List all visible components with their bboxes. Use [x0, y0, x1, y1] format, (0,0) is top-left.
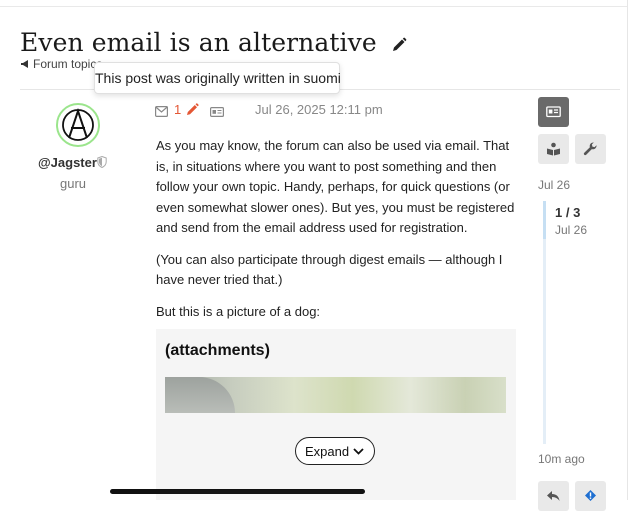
- attachments-block: (attachments): [156, 329, 516, 500]
- avatar[interactable]: [56, 103, 100, 147]
- shield-icon: [97, 155, 107, 173]
- post-date[interactable]: Jul 26, 2025 12:11 pm: [255, 102, 383, 117]
- topic-title-text: Even email is an alternative: [20, 28, 377, 57]
- home-indicator: [110, 489, 365, 494]
- category-badge[interactable]: Forum topics: [20, 57, 102, 72]
- wrench-icon: [583, 142, 597, 156]
- post-paragraph: As you may know, the forum can also be u…: [156, 138, 515, 235]
- id-card-icon: [546, 106, 561, 118]
- username[interactable]: @Jagster: [38, 155, 97, 170]
- expand-button[interactable]: Expand: [295, 437, 375, 465]
- timeline-position-date: Jul 26: [555, 223, 588, 237]
- post-body: As you may know, the forum can also be u…: [156, 136, 516, 333]
- timeline-last-activity[interactable]: 10m ago: [538, 452, 585, 466]
- user-title: guru: [60, 176, 87, 191]
- envelope-icon[interactable]: [155, 104, 169, 122]
- translation-tooltip: This post was originally written in suom…: [94, 62, 341, 94]
- megaphone-icon: [20, 58, 30, 72]
- window-top-border: [0, 0, 628, 7]
- admin-wrench-button[interactable]: [575, 134, 606, 164]
- dog-image-shape: [165, 377, 235, 413]
- edit-history-pencil-icon[interactable]: [186, 103, 199, 121]
- timeline-handle[interactable]: [543, 201, 546, 239]
- attachments-title: (attachments): [165, 342, 270, 359]
- book-reader-icon: [547, 142, 560, 156]
- dog-image[interactable]: [165, 377, 506, 413]
- id-card-icon[interactable]: [210, 104, 225, 122]
- id-card-button[interactable]: [538, 97, 569, 127]
- topic-title: Even email is an alternative: [20, 28, 407, 59]
- reply-button[interactable]: [538, 481, 569, 511]
- anarchy-symbol-icon: [62, 107, 94, 141]
- timeline-position: 1 / 3: [555, 205, 581, 220]
- post-paragraph: But this is a picture of a dog:: [156, 303, 321, 319]
- timeline-start-date[interactable]: Jul 26: [538, 178, 570, 192]
- flag-icon: [585, 490, 596, 501]
- reader-mode-button[interactable]: [538, 134, 569, 164]
- reply-icon: [547, 491, 560, 501]
- reply-count[interactable]: 1: [174, 102, 181, 117]
- edit-title-pencil-icon[interactable]: [391, 30, 407, 59]
- chevron-down-icon: [353, 448, 364, 455]
- post-paragraph: (You can also participate through digest…: [156, 251, 503, 288]
- timeline-scrollbar[interactable]: [543, 201, 546, 444]
- category-label: Forum topics: [33, 57, 103, 71]
- flag-button[interactable]: [575, 481, 606, 511]
- expand-label: Expand: [305, 444, 350, 459]
